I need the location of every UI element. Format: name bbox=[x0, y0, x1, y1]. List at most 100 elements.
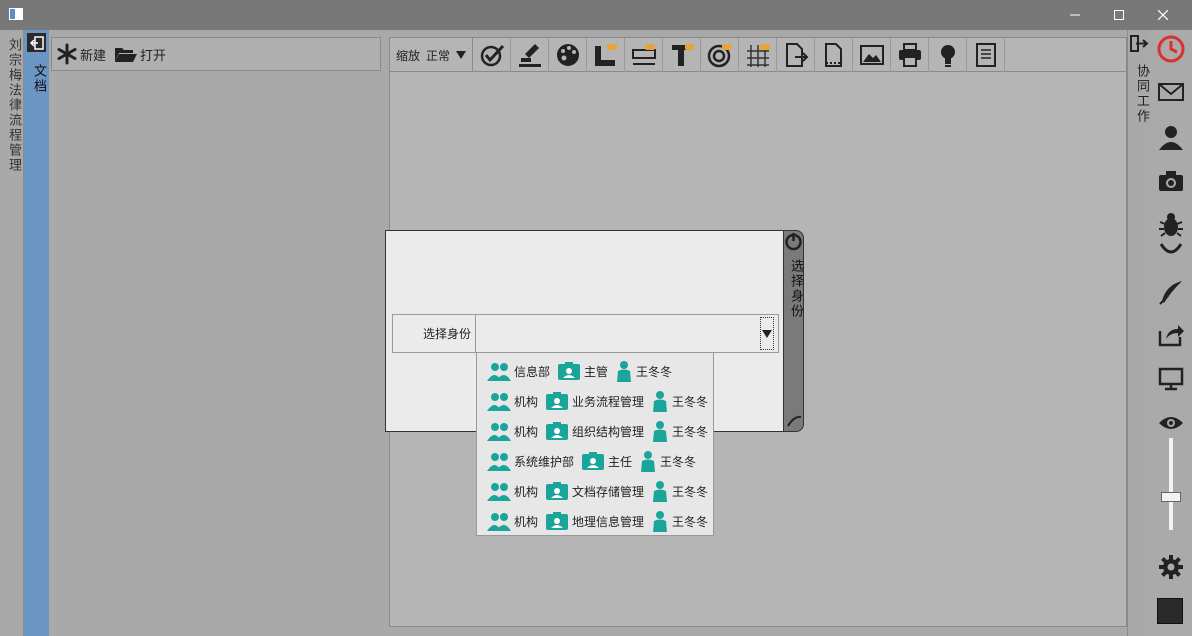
new-button[interactable]: 新建 bbox=[56, 43, 106, 65]
maximize-button[interactable] bbox=[1096, 0, 1142, 30]
option-role: 文档存储管理 bbox=[572, 484, 645, 499]
clock-button[interactable] bbox=[1156, 34, 1186, 64]
identity-option[interactable]: 机构 地理信息管理 王冬冬 bbox=[477, 506, 713, 536]
bulb-tool-button[interactable] bbox=[929, 38, 968, 72]
text-icon bbox=[671, 44, 694, 66]
app-icon bbox=[9, 8, 23, 20]
document-column[interactable]: 文档 bbox=[24, 30, 49, 636]
export-icon bbox=[785, 43, 808, 67]
editor-toolbar: 缩放 正常 bbox=[390, 38, 1126, 72]
document-column-label: 文档 bbox=[31, 64, 46, 94]
palette-tool-button[interactable] bbox=[549, 38, 588, 72]
target-tool-button[interactable] bbox=[701, 38, 740, 72]
option-org: 机构 bbox=[514, 484, 539, 499]
person-icon bbox=[653, 391, 668, 412]
share-button[interactable] bbox=[1156, 320, 1186, 350]
title-bar bbox=[0, 0, 1192, 30]
mail-button[interactable] bbox=[1156, 77, 1186, 107]
left-app-tab[interactable]: 刘宗梅法律流程管理 bbox=[0, 30, 24, 636]
option-org: 信息部 bbox=[514, 364, 551, 379]
color-swatch[interactable] bbox=[1157, 598, 1183, 624]
power-icon[interactable] bbox=[784, 232, 803, 251]
visibility-button[interactable] bbox=[1156, 408, 1186, 438]
option-role: 主任 bbox=[608, 454, 633, 469]
gear-icon bbox=[1159, 555, 1183, 579]
person-icon bbox=[617, 361, 632, 382]
open-button[interactable]: 打开 bbox=[114, 44, 166, 64]
identity-option[interactable]: 系统维护部 主任 王冬冬 bbox=[477, 446, 713, 476]
stamp-tool-button[interactable] bbox=[511, 38, 550, 72]
person-icon bbox=[653, 481, 668, 502]
close-button[interactable] bbox=[1140, 0, 1186, 30]
dialog-side-tab[interactable]: 选择身份 bbox=[783, 230, 804, 432]
option-person: 王冬冬 bbox=[672, 394, 709, 409]
resize-grip-icon[interactable] bbox=[786, 414, 802, 428]
collaboration-tab[interactable]: 协同工作 bbox=[1127, 30, 1150, 636]
monitor-button[interactable] bbox=[1156, 364, 1186, 394]
minimize-button[interactable] bbox=[1052, 0, 1098, 30]
field-tool-button[interactable] bbox=[625, 38, 664, 72]
page-tool-button[interactable] bbox=[815, 38, 854, 72]
stamp-icon bbox=[518, 44, 541, 67]
identity-row: 选择身份 bbox=[392, 314, 779, 353]
option-person: 王冬冬 bbox=[660, 454, 697, 469]
option-person: 王冬冬 bbox=[672, 514, 709, 529]
export-tool-button[interactable] bbox=[777, 38, 816, 72]
opacity-slider-thumb[interactable] bbox=[1161, 492, 1181, 502]
opacity-slider-track[interactable] bbox=[1169, 438, 1173, 530]
identity-option[interactable]: 信息部 主管 王冬冬 bbox=[477, 356, 713, 386]
print-icon bbox=[898, 43, 921, 67]
zoom-control[interactable]: 缩放 正常 bbox=[390, 38, 474, 72]
print-tool-button[interactable] bbox=[891, 38, 930, 72]
asterisk-icon bbox=[57, 43, 77, 65]
camera-button[interactable] bbox=[1156, 166, 1186, 196]
file-toolbar: 新建 打开 bbox=[51, 37, 381, 71]
identity-option[interactable]: 机构 组织结构管理 王冬冬 bbox=[477, 416, 713, 446]
identity-option[interactable]: 机构 业务流程管理 王冬冬 bbox=[477, 386, 713, 416]
collapse-button[interactable] bbox=[27, 33, 46, 52]
image-tool-button[interactable] bbox=[853, 38, 892, 72]
identity-option[interactable]: 机构 文档存储管理 王冬冬 bbox=[477, 476, 713, 506]
folder-open-icon bbox=[115, 48, 138, 62]
right-icon-bar bbox=[1150, 30, 1192, 636]
close-icon bbox=[1158, 10, 1168, 20]
group-icon bbox=[487, 483, 511, 501]
field-icon bbox=[631, 44, 656, 65]
headset-icon bbox=[1159, 243, 1183, 254]
person-icon bbox=[641, 451, 656, 472]
monitor-icon bbox=[1158, 367, 1184, 391]
eye-icon bbox=[1159, 417, 1183, 429]
ruler-tool-button[interactable] bbox=[587, 38, 626, 72]
option-role: 业务流程管理 bbox=[572, 394, 645, 409]
option-role: 组织结构管理 bbox=[572, 424, 645, 439]
file-pane: 新建 打开 bbox=[49, 30, 389, 636]
group-icon bbox=[487, 513, 511, 531]
left-app-tab-label: 刘宗梅法律流程管理 bbox=[6, 38, 21, 173]
settings-button[interactable] bbox=[1156, 552, 1186, 582]
check-tool-button[interactable] bbox=[473, 38, 512, 72]
bug-button[interactable] bbox=[1156, 210, 1186, 240]
doc-tool-button[interactable] bbox=[967, 38, 1006, 72]
id-badge-icon bbox=[546, 392, 569, 410]
dropdown-arrow-icon bbox=[762, 329, 772, 338]
maximize-icon bbox=[1114, 10, 1124, 20]
identity-dropdown-button[interactable] bbox=[760, 317, 774, 350]
identity-select[interactable] bbox=[476, 314, 779, 353]
bulb-icon bbox=[940, 45, 955, 67]
open-button-label: 打开 bbox=[140, 48, 167, 64]
option-person: 王冬冬 bbox=[672, 484, 709, 499]
headset-button[interactable] bbox=[1156, 238, 1186, 260]
user-button[interactable] bbox=[1156, 122, 1186, 152]
user-icon bbox=[1159, 126, 1183, 150]
target-icon bbox=[707, 44, 732, 68]
option-org: 机构 bbox=[514, 514, 539, 529]
text-tool-button[interactable] bbox=[663, 38, 702, 72]
option-person: 王冬冬 bbox=[636, 364, 673, 379]
grid-tool-button[interactable] bbox=[739, 38, 778, 72]
option-role: 地理信息管理 bbox=[572, 514, 645, 529]
dropdown-arrow-icon bbox=[456, 51, 467, 59]
group-icon bbox=[487, 393, 511, 411]
feather-button[interactable] bbox=[1156, 277, 1186, 307]
minimize-icon bbox=[1070, 14, 1080, 16]
id-badge-icon bbox=[546, 512, 569, 530]
